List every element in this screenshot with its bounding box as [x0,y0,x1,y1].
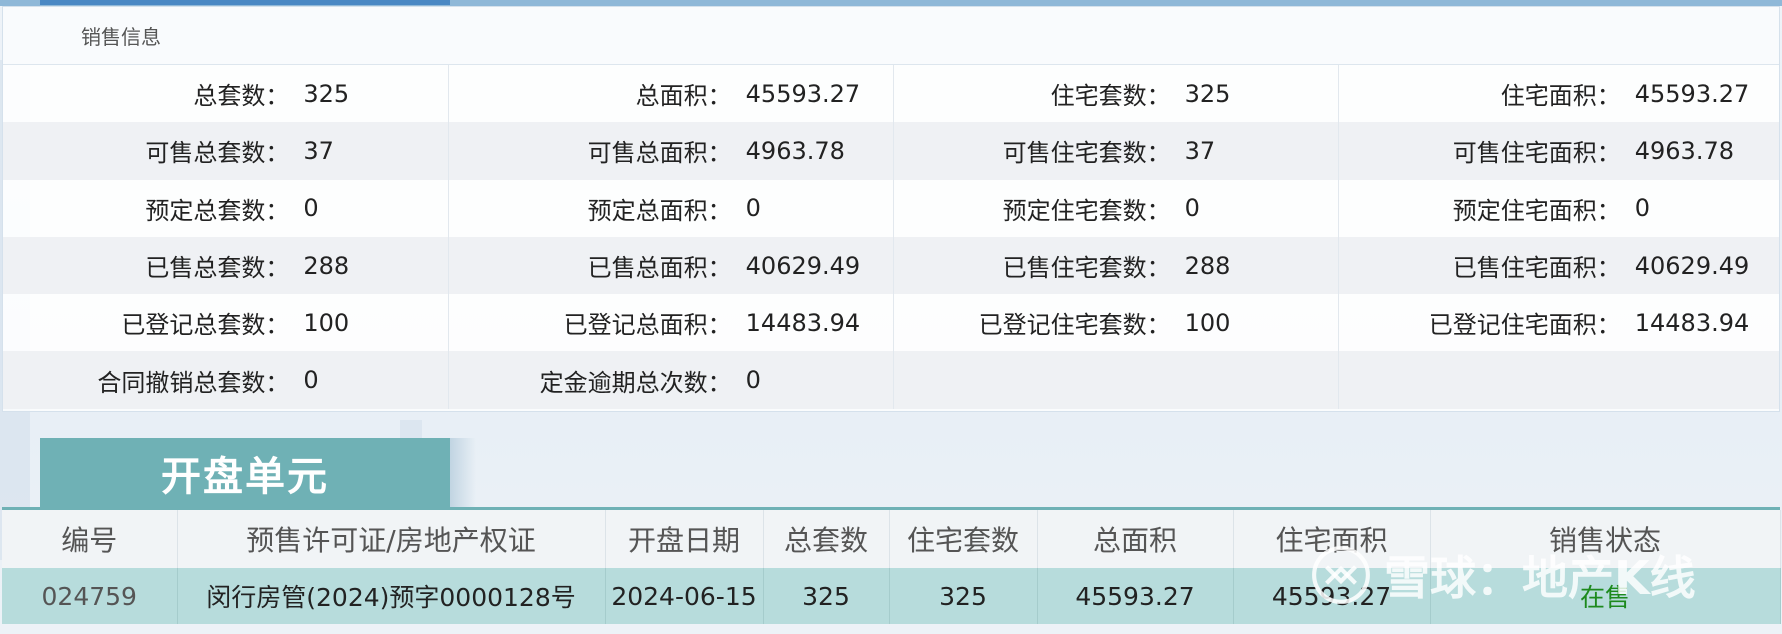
sales-info-label: 已登记住宅面积： [1338,294,1625,352]
sales-info-label: 预定住宅面积： [1338,179,1625,237]
sales-info-label: 已售住宅面积： [1338,236,1625,295]
units-cell-permit[interactable]: 闵行房管(2024)预字0000128号 [177,568,606,624]
sales-info-row: 合同撤销总套数： 0 定金逾期总次数： 0 [3,351,1779,409]
units-column-header: 总面积 [1037,510,1234,568]
sales-info-header: 销售信息 [3,7,1779,65]
sales-info-value: 14483.94 [735,294,894,352]
sales-info-label: 住宅面积： [1338,65,1625,123]
sales-info-label: 可售总面积： [448,122,736,180]
sales-info-label: 可售住宅面积： [1338,122,1625,180]
sales-info-value: 4963.78 [1624,122,1779,180]
sales-info-panel: 销售信息 总套数： 325 总面积： 45593.27 住宅套数： 325 住宅面积： 455… [2,6,1780,412]
sales-info-value: 37 [293,122,450,180]
sales-info-label: 预定总面积： [448,179,736,237]
sales-info-label: 预定住宅套数： [893,179,1175,237]
sales-info-value [1624,351,1779,409]
watermark-text: 雪球：地产K线 [1384,551,1696,605]
units-cell-total-area: 45593.27 [1037,568,1234,624]
sales-info-table: 总套数： 325 总面积： 45593.27 住宅套数： 325 住宅面积： 45593.27… [3,65,1779,409]
sales-info-label: 已售住宅套数： [893,236,1175,295]
sales-info-label: 总套数： [3,65,294,123]
sales-info-label: 可售总套数： [3,122,294,180]
sales-info-value: 45593.27 [735,65,894,123]
units-cell-residential-units: 325 [889,568,1038,624]
sales-info-value: 14483.94 [1624,294,1779,352]
sales-info-value: 325 [1174,65,1340,123]
sales-info-label: 预定总套数： [3,179,294,237]
snowball-logo-icon [1312,546,1370,604]
sales-info-label [893,351,1175,409]
units-column-header: 住宅套数 [889,510,1038,568]
units-column-header: 预售许可证/房地产权证 [177,510,606,568]
sales-info-row: 已登记总套数： 100 已登记总面积： 14483.94 已登记住宅套数： 100 已登记住… [3,294,1779,352]
units-column-header: 编号 [2,510,178,568]
sales-info-value: 0 [293,179,450,237]
sales-info-row: 总套数： 325 总面积： 45593.27 住宅套数： 325 住宅面积： 45593.27 [3,65,1779,123]
sales-info-value: 325 [293,65,450,123]
units-cell-open-date: 2024-06-15 [605,568,764,624]
sales-info-label: 定金逾期总次数： [448,351,736,409]
units-column-header: 总套数 [763,510,890,568]
sales-info-label: 合同撤销总套数： [3,351,294,409]
sales-info-label: 可售住宅套数： [893,122,1175,180]
sales-info-value: 100 [1174,294,1340,352]
sales-info-value: 40629.49 [1624,236,1779,295]
units-column-header: 开盘日期 [605,510,764,568]
sales-info-row: 已售总套数： 288 已售总面积： 40629.49 已售住宅套数： 288 已售住宅面积：… [3,236,1779,295]
sales-info-value: 288 [1174,236,1340,295]
sales-info-label: 已登记总套数： [3,294,294,352]
units-cell-total-units: 325 [763,568,890,624]
sales-info-value: 288 [293,236,450,295]
sales-info-label: 住宅套数： [893,65,1175,123]
sales-info-row: 预定总套数： 0 预定总面积： 0 预定住宅套数： 0 预定住宅面积： 0 [3,179,1779,237]
sales-info-value: 45593.27 [1624,65,1779,123]
sales-info-value: 37 [1174,122,1340,180]
sales-info-label: 已售总面积： [448,236,736,295]
sales-info-value: 40629.49 [735,236,894,295]
sales-info-value: 0 [293,351,450,409]
active-tab-indicator [40,0,450,5]
sales-info-label: 已登记住宅套数： [893,294,1175,352]
sales-info-value: 0 [1174,179,1340,237]
sales-info-label: 已登记总面积： [448,294,736,352]
watermark: 雪球：地产K线 [1310,540,1740,610]
sales-info-value [1174,351,1340,409]
sales-info-value: 0 [735,351,894,409]
tab-shadow [450,438,476,508]
sales-info-label: 已售总套数： [3,236,294,295]
units-cell-id: 024759 [2,568,178,624]
opening-units-tab[interactable]: 开盘单元 [40,438,450,508]
sales-info-value: 100 [293,294,450,352]
sales-info-value: 0 [1624,179,1779,237]
sales-info-value: 0 [735,179,894,237]
sales-info-label: 总面积： [448,65,736,123]
sales-info-row: 可售总套数： 37 可售总面积： 4963.78 可售住宅套数： 37 可售住宅面积： 496… [3,122,1779,180]
sales-info-value: 4963.78 [735,122,894,180]
sales-info-label [1338,351,1625,409]
